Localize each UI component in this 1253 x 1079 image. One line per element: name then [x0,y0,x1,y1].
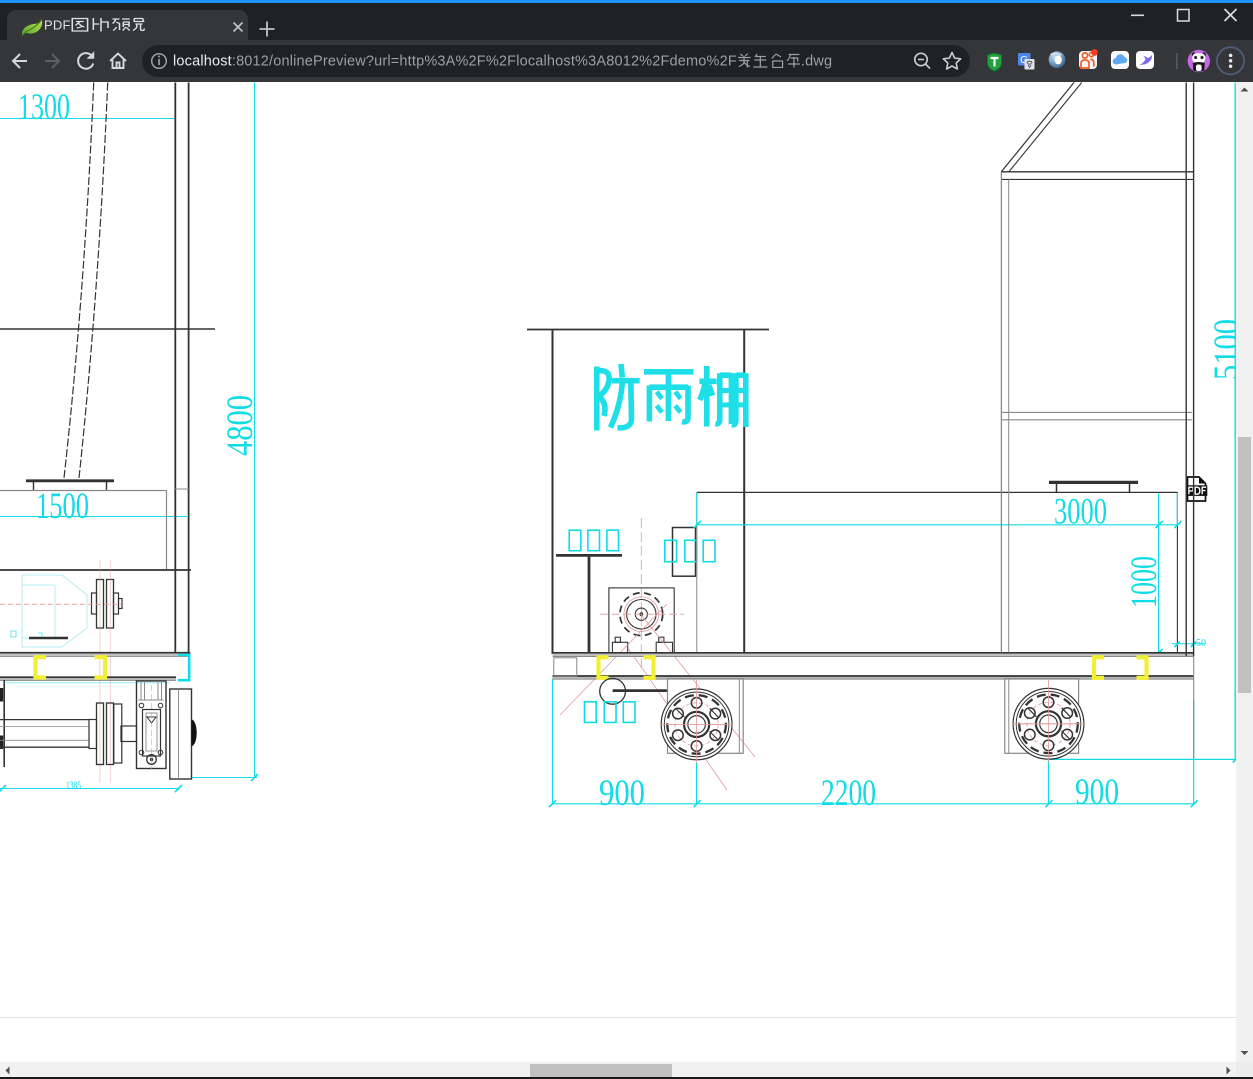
svg-text:900: 900 [599,773,645,814]
svg-text:4800: 4800 [220,395,261,456]
svg-text:3000: 3000 [1054,492,1107,533]
svg-text:1300: 1300 [18,87,70,128]
svg-text:1385: 1385 [66,778,81,792]
svg-text:50: 50 [1196,638,1206,649]
svg-text:1500: 1500 [36,486,89,527]
svg-text:1000: 1000 [1124,556,1165,608]
svg-text:900: 900 [1075,772,1119,813]
svg-text:2200: 2200 [821,773,876,814]
